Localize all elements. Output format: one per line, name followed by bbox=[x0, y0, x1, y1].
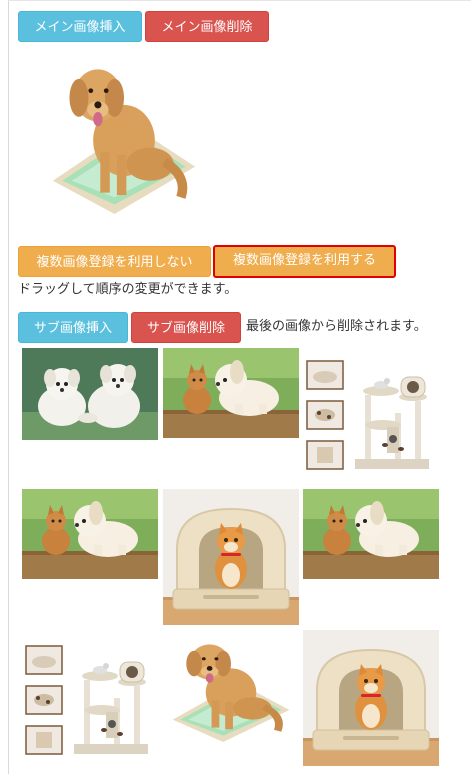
panel-left-border bbox=[8, 0, 9, 774]
cat-tower-image bbox=[22, 640, 158, 760]
sub-image-insert-button[interactable]: サブ画像挿入 bbox=[18, 312, 128, 343]
sub-image-6[interactable] bbox=[303, 489, 439, 579]
main-image-delete-button[interactable]: メイン画像削除 bbox=[145, 11, 269, 42]
sub-image-8[interactable] bbox=[163, 630, 299, 742]
disable-multi-image-button[interactable]: 複数画像登録を利用しない bbox=[18, 246, 211, 277]
sub-image-5[interactable] bbox=[163, 489, 299, 625]
sub-image-1[interactable] bbox=[22, 348, 158, 440]
sub-image-9[interactable] bbox=[303, 630, 439, 766]
sub-image-delete-note: 最後の画像から削除されます。 bbox=[246, 319, 427, 334]
main-image-insert-button[interactable]: メイン画像挿入 bbox=[18, 11, 142, 42]
puppy-and-kitten-image bbox=[163, 348, 299, 438]
panel-top-border bbox=[8, 0, 471, 1]
main-image bbox=[20, 48, 228, 214]
two-white-puppies-image bbox=[22, 348, 158, 440]
sub-image-7[interactable] bbox=[22, 640, 158, 760]
cat-tower-image bbox=[303, 355, 439, 475]
sub-image-2[interactable] bbox=[163, 348, 299, 438]
sub-image-4[interactable] bbox=[22, 489, 158, 579]
puppy-and-kitten-image bbox=[22, 489, 158, 579]
dog-on-pet-tray-image bbox=[163, 630, 299, 742]
cat-litter-box-image bbox=[163, 489, 299, 625]
sub-image-delete-button[interactable]: サブ画像削除 bbox=[131, 312, 241, 343]
dog-on-pet-tray-image bbox=[20, 48, 228, 214]
enable-multi-image-button[interactable]: 複数画像登録を利用する bbox=[213, 245, 396, 278]
cat-litter-box-image bbox=[303, 630, 439, 766]
drag-hint-text: ドラッグして順序の変更ができます。 bbox=[18, 282, 238, 297]
sub-image-3[interactable] bbox=[303, 355, 439, 475]
puppy-and-kitten-image bbox=[303, 489, 439, 579]
